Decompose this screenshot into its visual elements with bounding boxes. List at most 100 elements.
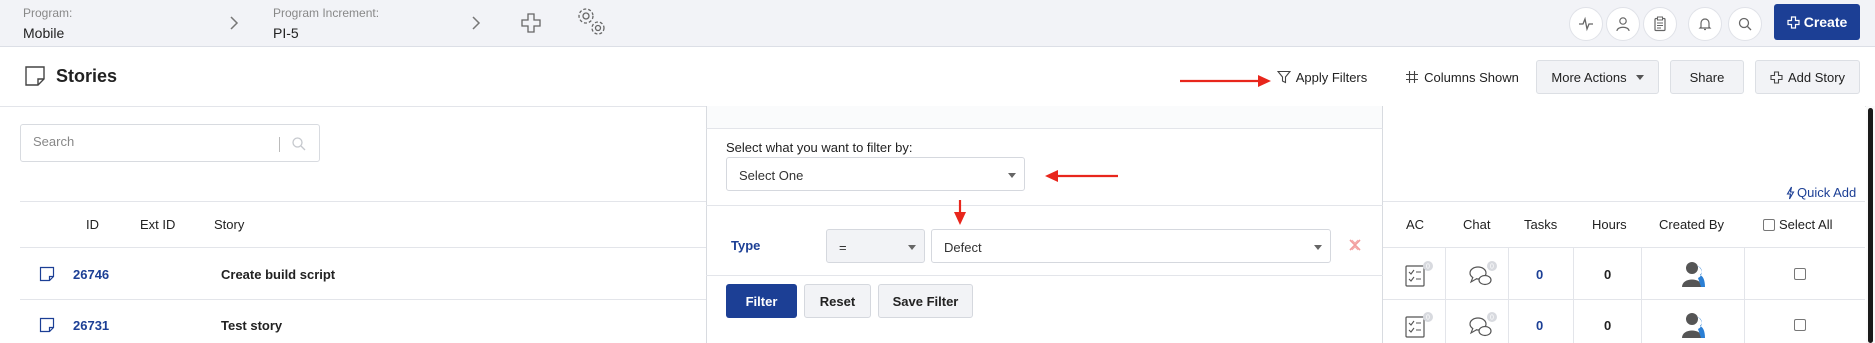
search-icon[interactable] <box>291 136 306 151</box>
chevron-right-icon <box>472 16 481 30</box>
filter-value: Defect <box>944 240 982 255</box>
filter-divider <box>706 275 1383 276</box>
page-title-text: Stories <box>56 65 118 86</box>
row-select-checkbox[interactable] <box>1794 319 1806 331</box>
chevron-right-icon <box>230 16 239 30</box>
reset-button[interactable]: Reset <box>804 284 871 318</box>
remove-filter-icon[interactable] <box>1347 237 1363 253</box>
apply-filters-button[interactable]: Apply Filters <box>1274 60 1370 94</box>
search-input[interactable] <box>33 134 273 149</box>
chat-bubbles-icon: 0 <box>1469 312 1497 337</box>
chat-button[interactable]: 0 <box>1467 311 1499 339</box>
grid-icon <box>1406 71 1419 83</box>
quick-add-link[interactable]: Quick Add <box>1786 185 1856 200</box>
select-all-checkbox[interactable] <box>1763 218 1775 231</box>
filter-button[interactable]: Filter <box>726 284 797 318</box>
activity-button[interactable] <box>1569 7 1603 41</box>
columns-shown-button[interactable]: Columns Shown <box>1403 60 1521 94</box>
column-divider <box>1573 247 1574 343</box>
chat-button[interactable]: 0 <box>1467 260 1499 288</box>
filter-icon <box>1276 70 1291 84</box>
search-icon <box>1738 17 1752 31</box>
scrollbar-thumb[interactable] <box>1868 108 1873 343</box>
tasks-count[interactable]: 0 <box>1536 318 1543 333</box>
avatar[interactable] <box>1681 311 1707 339</box>
column-header-tasks[interactable]: Tasks <box>1524 217 1557 232</box>
story-icon <box>39 266 55 282</box>
more-actions-button[interactable]: More Actions <box>1536 60 1659 94</box>
column-header-ext-id[interactable]: Ext ID <box>140 217 175 232</box>
save-filter-button[interactable]: Save Filter <box>878 284 973 318</box>
pi-value: PI-5 <box>273 25 299 41</box>
column-divider <box>1508 247 1509 343</box>
gears-icon[interactable] <box>574 5 610 37</box>
save-filter-button-label: Save Filter <box>892 293 959 309</box>
table-divider <box>1383 299 1865 300</box>
column-divider <box>1445 247 1446 343</box>
filter-field-label: Type <box>731 238 761 253</box>
search-button[interactable] <box>1728 7 1762 41</box>
table-divider <box>20 201 706 202</box>
search-field[interactable] <box>20 124 320 162</box>
more-actions-label: More Actions <box>1551 69 1627 85</box>
clipboard-icon <box>1654 16 1666 32</box>
hours-value: 0 <box>1604 267 1612 282</box>
filter-by-select[interactable]: Select One <box>726 157 1025 191</box>
clipboard-button[interactable] <box>1643 7 1677 41</box>
column-header-id[interactable]: ID <box>86 217 99 232</box>
notifications-button[interactable] <box>1688 7 1722 41</box>
caret-down-icon <box>1314 245 1322 250</box>
caret-down-icon <box>1635 74 1644 80</box>
reset-button-label: Reset <box>819 293 856 309</box>
scrollbar[interactable] <box>1866 106 1875 343</box>
column-divider <box>1744 247 1745 343</box>
acceptance-criteria-button[interactable]: 0 <box>1403 311 1435 339</box>
columns-shown-label: Columns Shown <box>1424 69 1519 85</box>
story-icon <box>39 317 55 333</box>
plus-icon[interactable] <box>520 12 542 34</box>
row-select-checkbox[interactable] <box>1794 268 1806 280</box>
select-all-toggle[interactable]: Select All <box>1763 217 1832 232</box>
operator-select[interactable]: = <box>826 229 925 263</box>
select-all-label: Select All <box>1779 217 1833 232</box>
plus-icon <box>1770 70 1783 84</box>
annotation-arrow <box>954 200 966 225</box>
checklist-icon: 0 <box>1405 312 1433 338</box>
program-label: Program: <box>23 6 73 20</box>
chat-count: 0 <box>1490 264 1494 271</box>
add-story-button[interactable]: Add Story <box>1755 60 1860 94</box>
page-title: Stories <box>24 64 117 88</box>
table-divider <box>1383 201 1865 202</box>
story-name[interactable]: Create build script <box>221 267 335 282</box>
story-name[interactable]: Test story <box>221 318 282 333</box>
story-id-link[interactable]: 26731 <box>73 318 109 333</box>
apply-filters-label: Apply Filters <box>1295 69 1368 85</box>
share-button[interactable]: Share <box>1670 60 1744 94</box>
column-header-created-by[interactable]: Created By <box>1659 217 1724 232</box>
hours-value: 0 <box>1604 318 1612 333</box>
filter-by-prompt: Select what you want to filter by: <box>726 140 913 155</box>
quick-add-label: Quick Add <box>1797 185 1857 200</box>
ac-count: 0 <box>1426 264 1430 271</box>
create-button-label: Create <box>1803 14 1848 30</box>
pi-breadcrumb[interactable]: Program Increment: PI-5 <box>273 6 379 41</box>
column-header-hours[interactable]: Hours <box>1592 217 1627 232</box>
program-breadcrumb[interactable]: Program: Mobile <box>23 6 72 41</box>
search-separator <box>279 137 280 152</box>
profile-button[interactable] <box>1606 7 1640 41</box>
column-header-story[interactable]: Story <box>214 217 244 232</box>
column-header-ac[interactable]: AC <box>1406 217 1424 232</box>
bell-icon <box>1698 18 1712 31</box>
filter-button-label: Filter <box>745 293 778 309</box>
acceptance-criteria-button[interactable]: 0 <box>1403 260 1435 288</box>
caret-down-icon <box>1008 173 1016 178</box>
filter-value-select[interactable]: Defect <box>931 229 1331 263</box>
filter-popup-header <box>706 106 1383 129</box>
story-id-link[interactable]: 26746 <box>73 267 109 282</box>
filter-divider <box>706 205 1383 206</box>
tasks-count[interactable]: 0 <box>1536 267 1543 282</box>
column-header-chat[interactable]: Chat <box>1463 217 1490 232</box>
avatar[interactable] <box>1681 260 1707 288</box>
create-button[interactable]: Create <box>1774 4 1860 40</box>
operator-value: = <box>839 240 847 255</box>
